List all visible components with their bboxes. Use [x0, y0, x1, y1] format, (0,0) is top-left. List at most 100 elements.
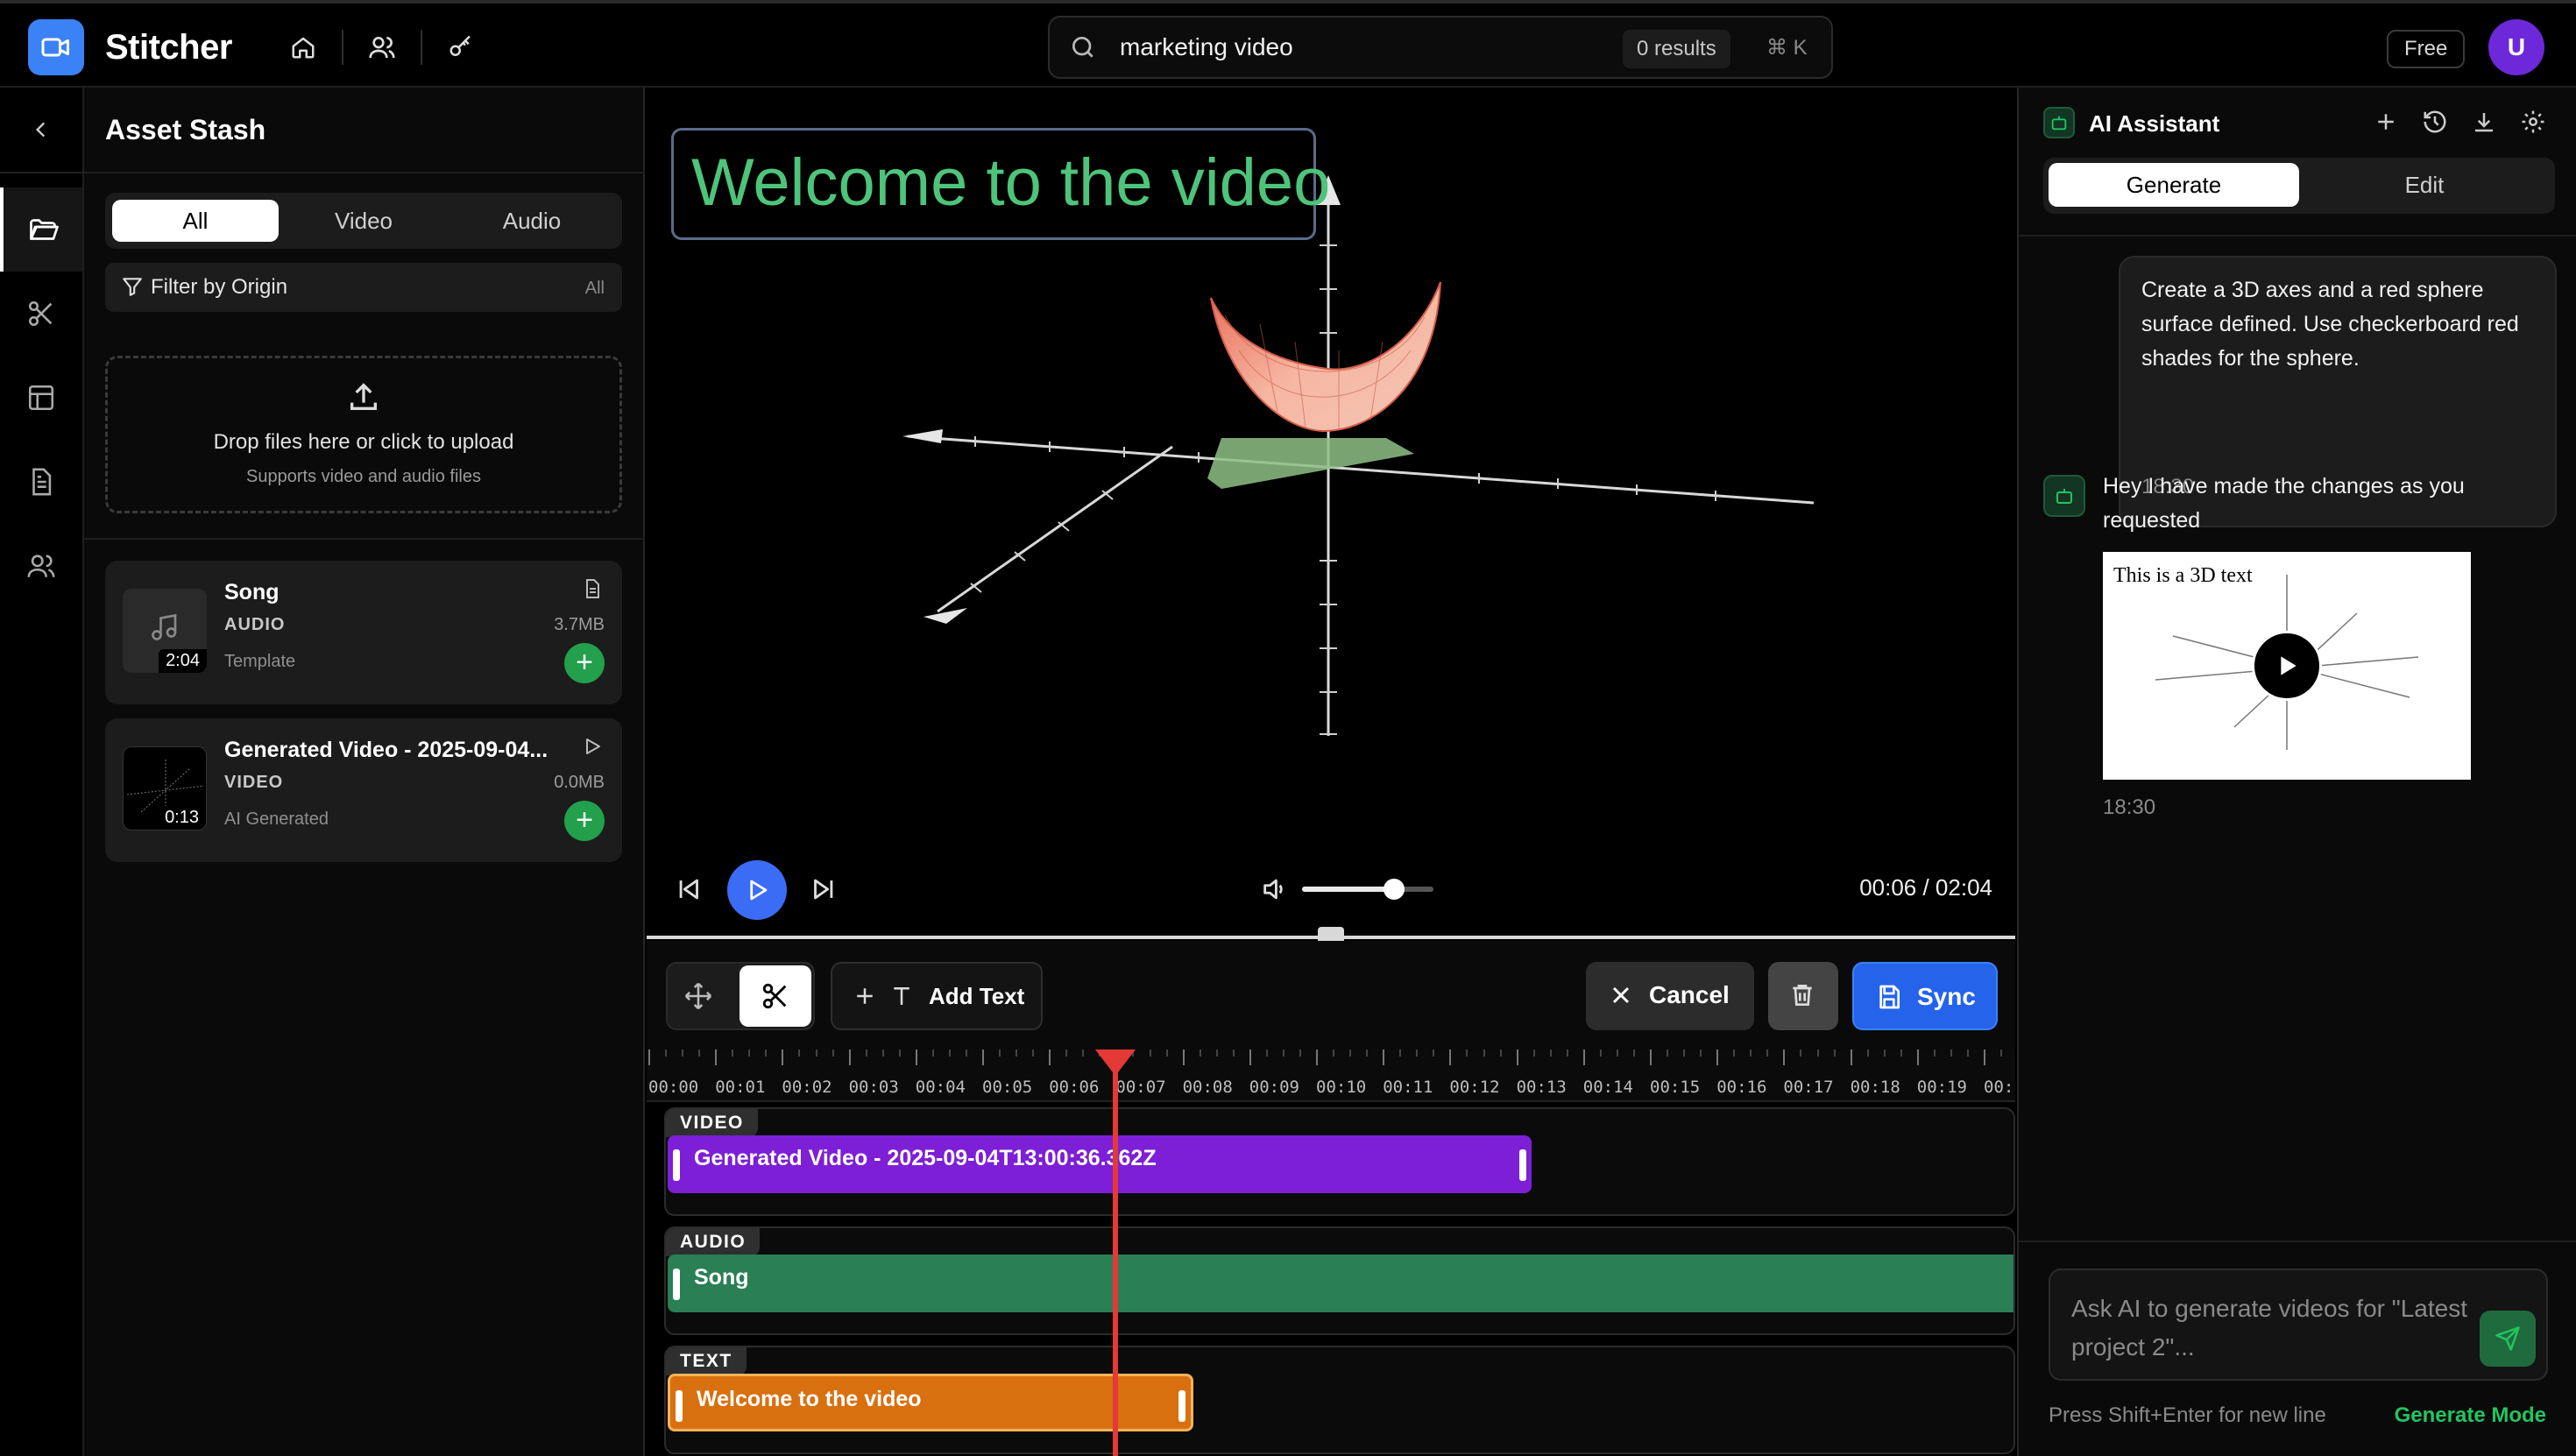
- ruler-tick-label: 00:09: [1249, 1078, 1299, 1097]
- search-bar[interactable]: marketing video 0 results ⌘ K: [1048, 16, 1833, 79]
- filter-by-origin[interactable]: Filter by Origin All: [105, 263, 622, 312]
- user-message-text: Create a 3D axes and a red sphere surfac…: [2141, 278, 2519, 371]
- timeline-ruler[interactable]: 00:00 00:01 00:02 00:03 00:04 00:05 00:06 00:07…: [647, 1050, 2036, 1102]
- scissors-icon: [28, 300, 53, 327]
- playhead[interactable]: [1113, 1050, 1118, 1456]
- delete-button[interactable]: [1768, 962, 1838, 1030]
- sync-button[interactable]: Sync: [1852, 962, 1998, 1030]
- ruler-minor-tick: [1616, 1050, 1618, 1057]
- ruler-tick-label: 00:11: [1383, 1078, 1433, 1097]
- rail-item-documents[interactable]: [0, 440, 82, 524]
- clip-handle-right[interactable]: [1519, 1149, 1526, 1181]
- tab-video[interactable]: Video: [280, 200, 447, 242]
- key-icon[interactable]: [443, 30, 478, 65]
- users-icon[interactable]: [364, 30, 400, 65]
- ai-prompt-input[interactable]: Ask AI to generate videos for "Latest pr…: [2049, 1269, 2548, 1381]
- ruler-minor-tick: [1333, 1050, 1335, 1057]
- video-caption: This is a 3D text: [2113, 564, 2253, 587]
- ruler-tick-label: 00:00: [648, 1078, 699, 1097]
- volume-fill: [1302, 887, 1394, 892]
- ai-mode-tabs: Generate Edit: [2043, 158, 2555, 214]
- plan-badge[interactable]: Free: [2387, 30, 2466, 68]
- send-button[interactable]: [2480, 1311, 2536, 1367]
- playhead-handle[interactable]: [1095, 1050, 1136, 1076]
- history-icon[interactable]: [2422, 109, 2448, 135]
- volume-icon[interactable]: [1260, 874, 1290, 904]
- play-outline-icon[interactable]: [582, 736, 603, 757]
- overlay-text[interactable]: Welcome to the video: [691, 145, 1330, 221]
- ruler-minor-tick: [1532, 1050, 1535, 1057]
- ruler-minor-tick: [815, 1050, 817, 1057]
- gear-icon[interactable]: [2520, 109, 2546, 135]
- ruler-tick-label: 00:13: [1516, 1078, 1567, 1097]
- ruler-minor-tick: [898, 1050, 901, 1057]
- cancel-button[interactable]: Cancel: [1586, 962, 1754, 1030]
- ruler-minor-tick: [931, 1050, 934, 1057]
- play-icon: [2281, 656, 2296, 675]
- ruler-tick-label: 00:03: [848, 1078, 899, 1097]
- asset-card[interactable]: 2:04 Song AUDIO Template 3.7MB +: [105, 561, 622, 704]
- tab-all[interactable]: All: [112, 200, 279, 242]
- clip-handle-right[interactable]: [1178, 1390, 1185, 1422]
- video-preview[interactable]: Welcome to the video 00:06 / 02:04: [647, 88, 2015, 948]
- download-icon[interactable]: [2471, 109, 2497, 135]
- ruler-minor-tick: [665, 1050, 668, 1057]
- ruler-tick: [1316, 1050, 1318, 1065]
- ruler-tick-label: 00:10: [1316, 1078, 1367, 1097]
- ruler-minor-tick: [798, 1050, 801, 1057]
- document-icon[interactable]: [582, 578, 603, 599]
- timeline[interactable]: 00:00 00:01 00:02 00:03 00:04 00:05 00:06 00:07…: [647, 1050, 2036, 1456]
- ruler-tick: [1850, 1050, 1852, 1065]
- panel-divider: [2019, 235, 2576, 237]
- clip-video[interactable]: Generated Video - 2025-09-04T13:00:36.36…: [668, 1135, 1532, 1193]
- volume-knob[interactable]: [1384, 879, 1405, 900]
- tab-generate[interactable]: Generate: [2049, 163, 2299, 207]
- clip-audio[interactable]: Song: [668, 1255, 2013, 1312]
- plus-icon[interactable]: [2373, 109, 2399, 135]
- asset-name: Song: [224, 580, 280, 604]
- cut-tool-button[interactable]: [740, 965, 811, 1027]
- tab-edit[interactable]: Edit: [2299, 163, 2550, 207]
- ruler-minor-tick: [1165, 1050, 1168, 1057]
- clip-handle-left[interactable]: [676, 1390, 683, 1422]
- rail-item-templates[interactable]: [0, 356, 82, 440]
- volume-slider[interactable]: [1302, 879, 1433, 900]
- asset-duration: 0:13: [158, 806, 206, 830]
- collapse-panel-button[interactable]: [0, 88, 82, 172]
- move-icon[interactable]: [683, 981, 713, 1011]
- rail-item-assets[interactable]: [0, 187, 82, 272]
- skip-forward-icon[interactable]: [808, 874, 838, 904]
- rail-item-cut[interactable]: [0, 272, 82, 356]
- ruler-minor-tick: [1750, 1050, 1752, 1057]
- ruler-minor-tick: [1483, 1050, 1485, 1057]
- generated-video-preview[interactable]: This is a 3D text: [2103, 552, 2471, 780]
- play-button[interactable]: [727, 860, 787, 920]
- search-input[interactable]: marketing video: [1120, 33, 1293, 61]
- ruler-tick: [1249, 1050, 1251, 1065]
- upload-subtitle: Supports video and audio files: [246, 467, 481, 486]
- play-button[interactable]: [2252, 631, 2322, 701]
- skip-back-icon[interactable]: [675, 874, 704, 904]
- video-camera-icon[interactable]: [28, 19, 84, 75]
- asset-card[interactable]: 0:13 Generated Video - 2025-09-04... VID…: [105, 718, 622, 862]
- avatar[interactable]: U: [2488, 19, 2544, 75]
- ruler-tick: [648, 1050, 650, 1065]
- clip-handle-left[interactable]: [673, 1269, 680, 1300]
- ruler-minor-tick: [1800, 1050, 1802, 1057]
- search-shortcut: ⌘ K: [1766, 36, 1808, 60]
- add-to-timeline-button[interactable]: +: [564, 643, 605, 683]
- add-text-button[interactable]: Add Text: [831, 962, 1043, 1030]
- ruler-minor-tick: [1366, 1050, 1369, 1057]
- text-overlay-box[interactable]: Welcome to the video: [671, 128, 1330, 240]
- add-to-timeline-button[interactable]: +: [564, 801, 605, 841]
- edit-toolbar: Add Text Cancel Sync: [647, 941, 2015, 1050]
- mode-indicator[interactable]: Generate Mode: [2395, 1403, 2546, 1428]
- ruler-minor-tick: [1733, 1050, 1736, 1057]
- tab-audio[interactable]: Audio: [449, 200, 615, 242]
- rail-item-team[interactable]: [0, 524, 82, 608]
- upload-icon: [346, 379, 381, 414]
- clip-handle-left[interactable]: [673, 1149, 680, 1181]
- upload-dropzone[interactable]: Drop files here or click to upload Suppo…: [105, 356, 622, 513]
- ruler-minor-tick: [1632, 1050, 1635, 1057]
- home-icon[interactable]: [286, 30, 321, 65]
